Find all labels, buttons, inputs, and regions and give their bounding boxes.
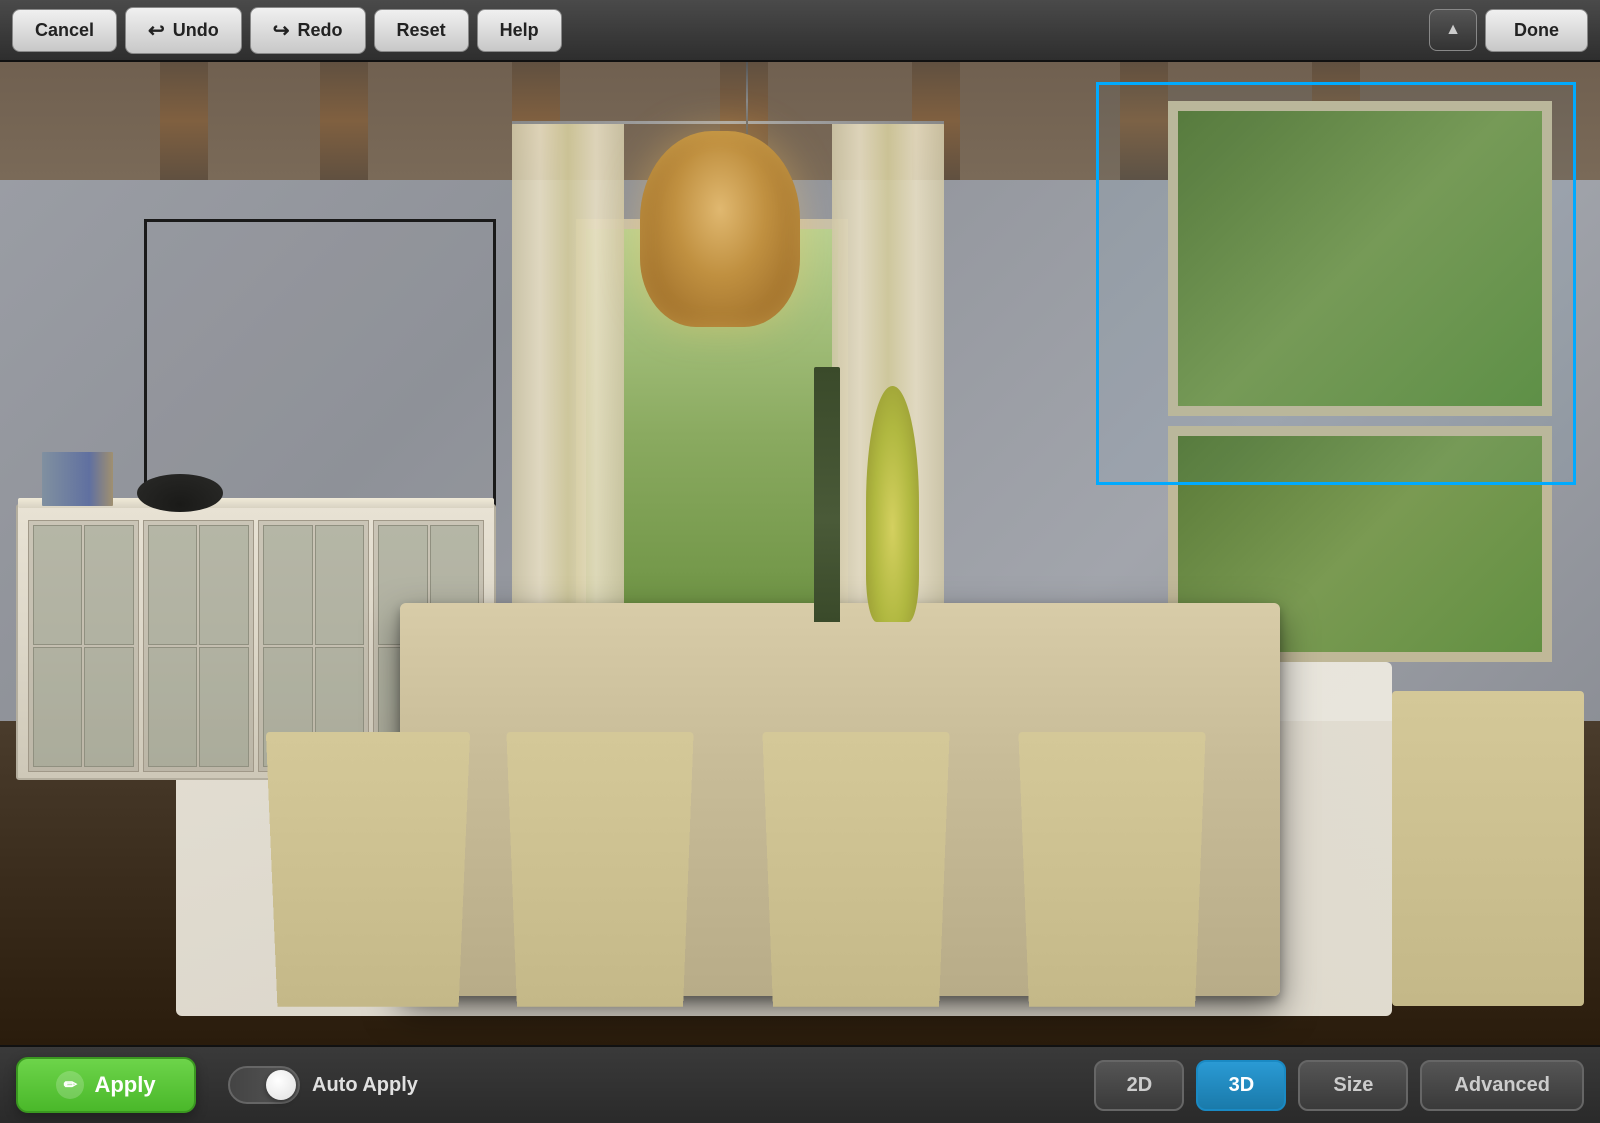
auto-apply-toggle[interactable] <box>228 1066 300 1104</box>
undo-button[interactable]: ↩ Undo <box>125 7 242 54</box>
advanced-label: Advanced <box>1454 1074 1550 1096</box>
fruit-bowl <box>137 474 223 512</box>
btn-2d[interactable]: 2D <box>1094 1060 1184 1111</box>
reset-button[interactable]: Reset <box>374 9 469 52</box>
chair-front-right <box>1018 732 1205 1007</box>
btn-3d-label: 3D <box>1229 1074 1255 1096</box>
curtain-rod <box>512 121 944 124</box>
bottom-toolbar: ✏ Apply Auto Apply 2D 3D Size Advanced <box>0 1045 1600 1123</box>
ceiling-beam <box>1120 62 1168 180</box>
room-scene[interactable] <box>0 62 1600 1045</box>
collapse-button[interactable]: ▲ <box>1429 9 1477 51</box>
reset-label: Reset <box>397 20 446 41</box>
btn-3d[interactable]: 3D <box>1196 1060 1286 1111</box>
auto-apply-container: Auto Apply <box>228 1066 418 1104</box>
cancel-button[interactable]: Cancel <box>12 9 117 52</box>
size-label: Size <box>1333 1074 1373 1096</box>
undo-icon: ↩ <box>148 18 165 43</box>
chair-front-left <box>266 732 470 1007</box>
redo-button[interactable]: ↪ Redo <box>250 7 366 54</box>
done-button[interactable]: Done <box>1485 9 1588 52</box>
apply-button[interactable]: ✏ Apply <box>16 1057 196 1113</box>
redo-label: Redo <box>298 20 343 41</box>
apply-icon: ✏ <box>56 1071 84 1099</box>
help-button[interactable]: Help <box>477 9 562 52</box>
apply-label: Apply <box>94 1072 155 1098</box>
chair-front-center-right <box>762 732 949 1007</box>
chair-far-right <box>1392 691 1584 1006</box>
advanced-button[interactable]: Advanced <box>1420 1060 1584 1111</box>
toggle-knob <box>266 1070 296 1100</box>
btn-2d-label: 2D <box>1127 1074 1153 1096</box>
chandelier-chain <box>746 62 748 141</box>
size-button[interactable]: Size <box>1298 1060 1408 1111</box>
wine-bottle <box>814 367 840 623</box>
done-label: Done <box>1514 20 1559 41</box>
help-label: Help <box>500 20 539 41</box>
redo-icon: ↪ <box>273 18 290 43</box>
collapse-icon: ▲ <box>1445 21 1461 39</box>
scene-background <box>0 62 1600 1045</box>
ceiling-beam <box>160 62 208 180</box>
auto-apply-label: Auto Apply <box>312 1074 418 1097</box>
cancel-label: Cancel <box>35 20 94 41</box>
chandelier <box>640 131 800 328</box>
undo-label: Undo <box>173 20 219 41</box>
flower-vase <box>866 386 919 622</box>
right-window-top[interactable] <box>1168 101 1552 416</box>
books-decoration <box>42 452 113 506</box>
top-toolbar: Cancel ↩ Undo ↪ Redo Reset Help ▲ Done <box>0 0 1600 62</box>
ceiling-beam <box>320 62 368 180</box>
chair-front-center-left <box>506 732 693 1007</box>
